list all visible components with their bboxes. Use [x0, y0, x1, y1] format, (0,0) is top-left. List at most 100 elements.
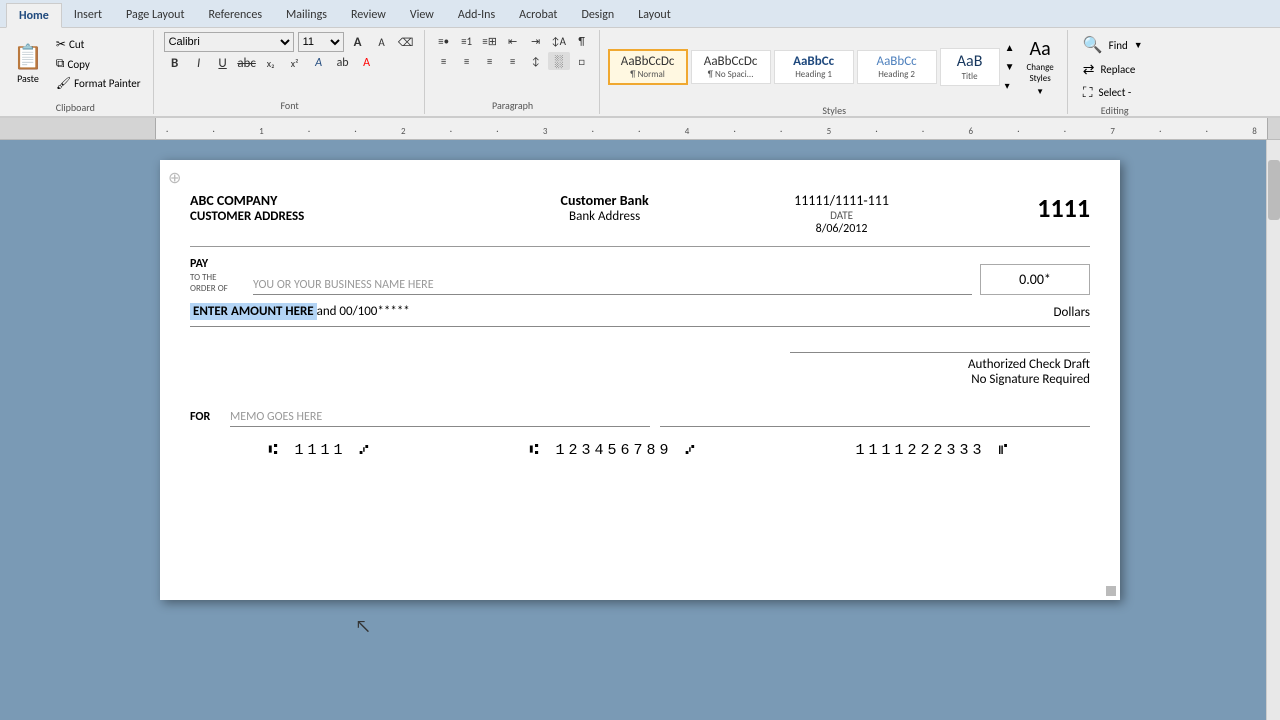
- sort-button[interactable]: ↕A: [548, 32, 570, 50]
- tab-home[interactable]: Home: [6, 3, 62, 28]
- authorized-line1: Authorized Check Draft: [790, 357, 1090, 372]
- amount-highlight[interactable]: ENTER AMOUNT HERE: [190, 303, 317, 320]
- bank-address: Bank Address: [486, 209, 723, 224]
- authorized-line2: No Signature Required: [790, 372, 1090, 387]
- payee-line[interactable]: YOU OR YOUR BUSINESS NAME HERE: [253, 271, 972, 295]
- multilevel-list-button[interactable]: ≡⊞: [479, 32, 501, 50]
- move-handle[interactable]: ⊕: [168, 168, 181, 188]
- memo-section: FOR MEMO GOES HERE: [190, 407, 1090, 427]
- vertical-scrollbar[interactable]: [1266, 140, 1280, 720]
- pay-labels: PAY TO THEORDER OF: [190, 255, 245, 295]
- micr-line: ⑆ 1111 ⑇ ⑆ 123456789 ⑇ 1111222333 ⑈: [190, 442, 1090, 459]
- document-area: ⊕ ABC COMPANY CUSTOMER ADDRESS Customer …: [0, 140, 1280, 720]
- tab-references[interactable]: References: [196, 3, 274, 27]
- paste-icon: 📋: [13, 43, 43, 72]
- date-label: DATE: [723, 209, 960, 222]
- copy-icon: ⧉: [56, 57, 65, 71]
- ruler: ··1··2··3··4··5··6··7··8: [0, 118, 1280, 140]
- shrink-font-button[interactable]: A: [372, 32, 392, 52]
- shading-button[interactable]: ░: [548, 52, 570, 70]
- find-label: Find: [1109, 39, 1128, 52]
- amount-words-section: ENTER AMOUNT HERE and 00/100***** Dollar…: [190, 303, 1090, 327]
- style-normal[interactable]: AaBbCcDc ¶ Normal: [608, 49, 688, 85]
- clear-format-button[interactable]: ⌫: [396, 32, 416, 52]
- styles-scroll-down[interactable]: ▼: [1003, 58, 1017, 75]
- editing-group: 🔍 Find ▼ ⇄ Replace ⛶ Select - Editing: [1070, 30, 1160, 114]
- style-no-spacing[interactable]: AaBbCcDc ¶ No Spaci...: [691, 50, 771, 84]
- amount-words-rest: and 00/100*****: [317, 304, 410, 319]
- memo-label: FOR: [190, 410, 220, 424]
- borders-button[interactable]: □: [571, 52, 593, 70]
- strikethrough-button[interactable]: abc: [236, 54, 258, 72]
- memo-line[interactable]: MEMO GOES HERE: [230, 407, 650, 427]
- numbering-button[interactable]: ≡1: [456, 32, 478, 50]
- font-name-select[interactable]: Calibri: [164, 32, 294, 52]
- styles-scroll-up[interactable]: ▲: [1003, 39, 1017, 56]
- replace-icon: ⇄: [1083, 61, 1095, 78]
- micr-left: ⑆ 1111 ⑇: [268, 442, 372, 459]
- amount-words: ENTER AMOUNT HERE and 00/100*****: [190, 303, 1038, 320]
- select-button[interactable]: ⛶ Select -: [1078, 81, 1152, 104]
- resize-handle[interactable]: [1106, 586, 1116, 596]
- text-effects-button[interactable]: A: [308, 54, 330, 72]
- ruler-inner: ··1··2··3··4··5··6··7··8: [155, 118, 1268, 139]
- tab-acrobat[interactable]: Acrobat: [507, 3, 569, 27]
- tab-review[interactable]: Review: [339, 3, 398, 27]
- grow-font-button[interactable]: A: [348, 32, 368, 52]
- format-painter-button[interactable]: 🖌 Format Painter: [52, 74, 145, 93]
- change-styles-arrow: ▼: [1036, 87, 1044, 97]
- justify-button[interactable]: ≡: [502, 52, 524, 70]
- company-name: ABC COMPANY: [190, 192, 486, 209]
- font-group: Calibri 11 A A ⌫ B I U abc x₂ x² A ab A …: [156, 30, 425, 114]
- change-styles-button[interactable]: Aa ChangeStyles ▼: [1020, 32, 1061, 102]
- scrollbar-thumb[interactable]: [1268, 160, 1280, 220]
- font-size-select[interactable]: 11: [298, 32, 344, 52]
- decrease-indent-button[interactable]: ⇤: [502, 32, 524, 50]
- style-heading1[interactable]: AaBbCc Heading 1: [774, 50, 854, 84]
- tab-view[interactable]: View: [398, 3, 446, 27]
- ribbon-tabs-bar: Home Insert Page Layout References Maili…: [0, 0, 1280, 28]
- tab-page-layout[interactable]: Page Layout: [114, 3, 196, 27]
- line-spacing-button[interactable]: ↕: [525, 52, 547, 70]
- dollars-label: Dollars: [1044, 305, 1090, 320]
- tab-design[interactable]: Design: [569, 3, 626, 27]
- editing-group-label: Editing: [1078, 104, 1152, 117]
- text-highlight-button[interactable]: ab: [332, 54, 354, 72]
- payee-text: YOU OR YOUR BUSINESS NAME HERE: [253, 278, 434, 292]
- find-button[interactable]: 🔍 Find ▼: [1078, 32, 1152, 58]
- cut-button[interactable]: ✂ Cut: [52, 35, 145, 54]
- tab-mailings[interactable]: Mailings: [274, 3, 339, 27]
- underline-button[interactable]: U: [212, 54, 234, 72]
- tab-add-ins[interactable]: Add-Ins: [446, 3, 507, 27]
- company-address: CUSTOMER ADDRESS: [190, 209, 486, 224]
- style-title-preview: AaB: [949, 52, 991, 71]
- tab-insert[interactable]: Insert: [62, 3, 114, 27]
- check-number-area: 1111: [960, 192, 1090, 224]
- date-value: 8/06/2012: [723, 222, 960, 236]
- increase-indent-button[interactable]: ⇥: [525, 32, 547, 50]
- subscript-button[interactable]: x₂: [260, 54, 282, 72]
- align-right-button[interactable]: ≡: [479, 52, 501, 70]
- styles-more[interactable]: ▾: [1003, 77, 1017, 94]
- replace-button[interactable]: ⇄ Replace: [1078, 58, 1152, 81]
- tab-layout[interactable]: Layout: [626, 3, 683, 27]
- routing-number: 11111/1111-111: [723, 192, 960, 209]
- sig-line: [660, 407, 1090, 427]
- styles-group-label: Styles: [608, 102, 1061, 117]
- paste-button[interactable]: 📋 Paste: [6, 38, 50, 90]
- italic-button[interactable]: I: [188, 54, 210, 72]
- align-center-button[interactable]: ≡: [456, 52, 478, 70]
- show-marks-button[interactable]: ¶: [571, 32, 593, 50]
- bullets-button[interactable]: ≡•: [433, 32, 455, 50]
- bold-button[interactable]: B: [164, 54, 186, 72]
- amount-box[interactable]: 0.00*: [980, 264, 1090, 295]
- superscript-button[interactable]: x²: [284, 54, 306, 72]
- font-color-button[interactable]: A: [356, 54, 378, 72]
- font-group-label: Font: [164, 99, 416, 112]
- style-title[interactable]: AaB Title: [940, 48, 1000, 86]
- bank-info: Customer Bank Bank Address: [486, 192, 723, 224]
- cut-icon: ✂: [56, 37, 66, 52]
- style-heading2[interactable]: AaBbCc Heading 2: [857, 50, 937, 84]
- copy-button[interactable]: ⧉ Copy: [52, 55, 145, 73]
- align-left-button[interactable]: ≡: [433, 52, 455, 70]
